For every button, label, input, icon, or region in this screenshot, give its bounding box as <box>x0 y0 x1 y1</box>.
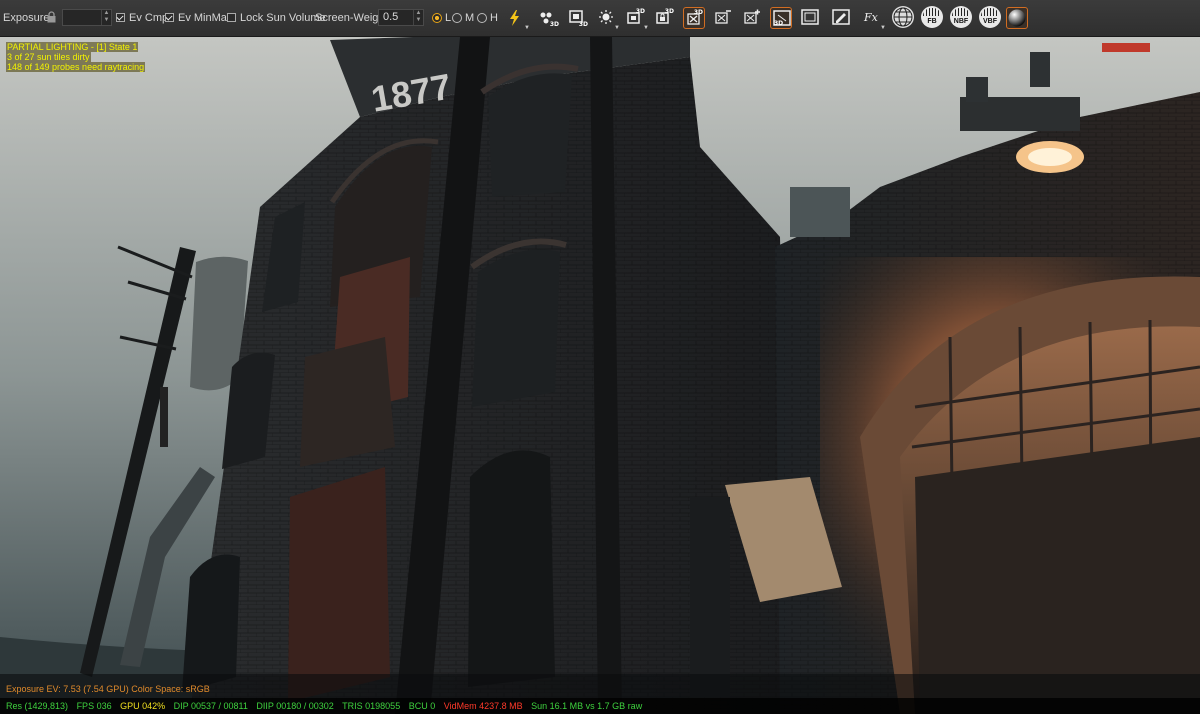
lighting-status-panel: PARTIAL LIGHTING - [1] State 1 3 of 27 s… <box>6 42 146 72</box>
scene-render: 1877 <box>0 37 1200 714</box>
exposure-label: Exposure <box>3 12 50 24</box>
wireframe-sphere-button[interactable] <box>892 6 914 28</box>
lock-sun-volume-label: Lock Sun Volume <box>240 12 326 24</box>
lock-icon[interactable] <box>47 11 56 23</box>
material-sphere-button[interactable] <box>1006 7 1028 29</box>
stats-bar: Res (1429,813) FPS 036 GPU 042% DIP 0053… <box>0 698 1200 714</box>
quality-low-radio[interactable] <box>432 13 442 23</box>
ev-minmax-checkbox[interactable] <box>165 13 174 22</box>
probes-3d-sublabel: 3D <box>549 21 559 28</box>
render-viewport[interactable]: 1877 PARTIAL LIGHTING - [1] State 1 3 of… <box>0 37 1200 714</box>
locked-3d-button[interactable]: 3D <box>653 7 675 29</box>
ev-cmp-checkbox[interactable] <box>116 13 125 22</box>
lock-sun-volume-checkbox[interactable] <box>227 13 236 22</box>
lighting-state-text: PARTIAL LIGHTING - [1] State 1 <box>6 42 139 52</box>
shaded-sphere-icon <box>1008 9 1026 27</box>
probes-text: 148 of 149 probes need raytracing <box>6 62 146 72</box>
volume-3d-sublabel: 3D <box>635 8 645 15</box>
ev-minmax-label: Ev MinMax <box>178 12 233 24</box>
sun-memory-stat: Sun 16.1 MB vs 1.7 GB raw <box>531 701 643 711</box>
cross-3d-sublabel: 3D <box>693 9 703 16</box>
pencil-icon <box>832 9 850 25</box>
dip-stat: DIP 00537 / 00811 <box>173 701 248 711</box>
volume-dropdown-icon[interactable]: ▼ <box>643 25 649 31</box>
quality-medium-radio[interactable] <box>452 13 462 23</box>
diip-stat: DIIP 00180 / 00302 <box>256 701 334 711</box>
gpu-stat: GPU 042% <box>120 701 166 711</box>
quality-high-radio[interactable] <box>477 13 487 23</box>
fb-label: FB <box>927 18 937 25</box>
cross-3d-button[interactable]: 3D <box>683 7 705 29</box>
screen-weight-label: Screen-Weight <box>315 12 388 24</box>
lightning-button[interactable]: ▼ <box>505 7 530 31</box>
nbf-sphere-icon <box>952 8 970 16</box>
bcu-stat: BCU 0 <box>408 701 436 711</box>
frame-icon <box>801 9 819 25</box>
sun-dropdown-icon[interactable]: ▼ <box>614 25 620 31</box>
grid-3d-sublabel: 3D <box>578 21 588 28</box>
fx-button[interactable]: Fx ▼ <box>861 7 886 31</box>
screen-weight-spinner-icon[interactable]: ▲ ▼ <box>413 10 423 25</box>
fx-label: Fx <box>864 11 878 24</box>
viewport-toolbar: Exposure ▲ ▼ Ev Cmp Ev MinMax Lock Sun Vo… <box>0 0 1200 37</box>
exposure-info-text: Exposure EV: 7.53 (7.54 GPU) Color Space… <box>6 684 210 694</box>
volume-3d-button[interactable]: 3D ▼ <box>624 7 649 31</box>
lightning-dropdown-icon[interactable]: ▼ <box>524 25 530 31</box>
lightning-icon <box>510 10 519 26</box>
probes-3d-button[interactable]: 3D <box>537 7 559 29</box>
nbf-sphere-button[interactable]: NBF <box>950 6 972 28</box>
quality-medium-label: M <box>465 12 475 24</box>
quality-low-label: L <box>445 12 452 24</box>
screen-weight-value: 0.5 <box>383 11 399 23</box>
fb-sphere-icon <box>923 8 941 16</box>
edit-button[interactable] <box>830 7 852 29</box>
fx-dropdown-icon[interactable]: ▼ <box>880 25 886 31</box>
vbf-sphere-icon <box>981 8 999 16</box>
vbf-sphere-button[interactable]: VBF <box>979 6 1001 28</box>
vbf-label: VBF <box>983 18 997 25</box>
remove-box-icon <box>715 10 731 24</box>
exposure-input[interactable]: ▲ ▼ <box>62 9 112 26</box>
nbf-label: NBF <box>953 18 969 25</box>
sun-icon <box>599 10 613 24</box>
frame-button[interactable] <box>799 7 821 29</box>
tris-stat: TRIS 0198055 <box>342 701 401 711</box>
wireframe-sphere-icon <box>893 7 913 27</box>
remove-bounds-button[interactable] <box>712 7 734 29</box>
sun-button[interactable]: ▼ <box>595 7 620 31</box>
vidmem-stat: VidMem 4237.8 MB <box>443 701 523 711</box>
grid-3d-button[interactable]: 3D <box>566 7 588 29</box>
viewport-3d-sublabel: 3D <box>774 20 784 27</box>
fps-stat: FPS 036 <box>76 701 112 711</box>
fb-sphere-button[interactable]: FB <box>921 6 943 28</box>
warning-badge <box>1102 43 1150 52</box>
exposure-spinner-icon[interactable]: ▲ ▼ <box>101 10 111 25</box>
viewport-3d-button[interactable]: 3D <box>770 7 792 29</box>
sun-tiles-text: 3 of 27 sun tiles dirty <box>6 52 91 62</box>
ev-cmp-label: Ev Cmp <box>129 12 169 24</box>
locked-3d-sublabel: 3D <box>664 8 674 15</box>
add-bounds-button[interactable] <box>741 7 763 29</box>
screen-weight-input[interactable]: 0.5 ▲ ▼ <box>378 9 424 26</box>
add-box-icon <box>744 9 760 24</box>
res-stat: Res (1429,813) <box>6 701 69 711</box>
quality-high-label: H <box>490 12 498 24</box>
